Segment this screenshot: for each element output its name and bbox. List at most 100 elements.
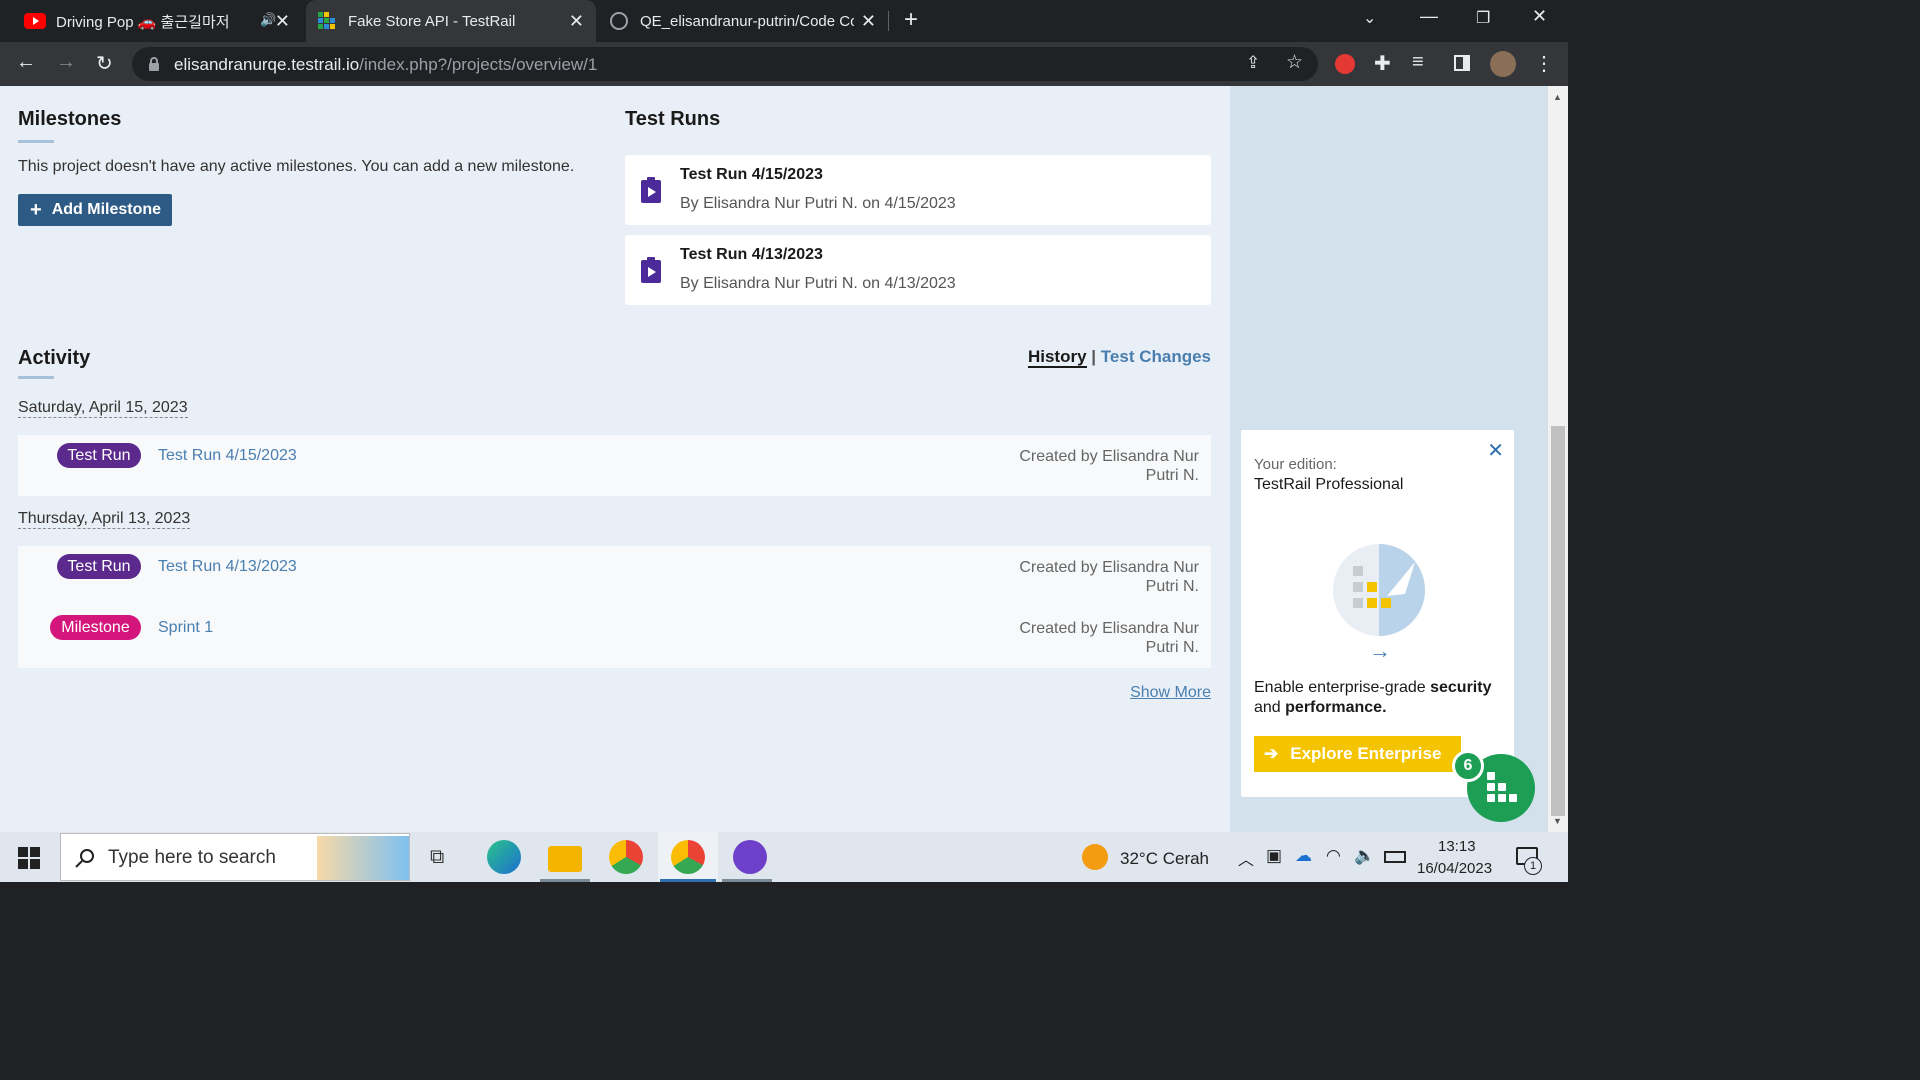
- tab-search-icon[interactable]: ⌄: [1363, 8, 1376, 28]
- profile-avatar[interactable]: [1490, 51, 1516, 77]
- page-scrollbar[interactable]: ▲ ▼: [1548, 86, 1568, 832]
- running-indicator: [660, 879, 716, 882]
- activity-author: Created by Elisandra Nur Putri N.: [1019, 559, 1199, 595]
- clock-date[interactable]: 16/04/2023: [1417, 860, 1492, 877]
- activity-link[interactable]: Test Run 4/13/2023: [158, 558, 297, 576]
- close-tab-icon[interactable]: ✕: [275, 11, 290, 32]
- arrow-right-icon: →: [1369, 638, 1391, 663]
- lock-icon[interactable]: [148, 57, 160, 71]
- file-explorer-icon[interactable]: [548, 846, 582, 872]
- milestones-empty-text: This project doesn't have any active mil…: [18, 158, 575, 175]
- activity-row: Test Run Test Run 4/15/2023 Created by E…: [18, 435, 1211, 496]
- scroll-up-icon[interactable]: ▲: [1553, 92, 1562, 102]
- media-control-icon[interactable]: ≡: [1412, 51, 1424, 74]
- notification-count: 1: [1524, 857, 1542, 875]
- minimize-icon[interactable]: —: [1420, 6, 1438, 27]
- weather-text[interactable]: 32°C Cerah: [1120, 849, 1209, 869]
- chrome-icon[interactable]: [609, 840, 643, 874]
- close-tab-icon[interactable]: ✕: [569, 11, 584, 32]
- activity-link[interactable]: Sprint 1: [158, 619, 213, 637]
- test-run-clipboard-icon: [641, 177, 661, 203]
- side-panel-icon[interactable]: [1454, 55, 1470, 71]
- meet-now-icon[interactable]: ▣: [1266, 846, 1282, 866]
- chrome-profile-icon: [671, 840, 705, 874]
- taskbar-search-box[interactable]: Type here to search: [60, 833, 410, 881]
- weather-sun-icon[interactable]: [1082, 844, 1108, 870]
- restore-icon[interactable]: ❐: [1476, 8, 1490, 28]
- scroll-down-icon[interactable]: ▼: [1553, 816, 1562, 826]
- menu-kebab-icon[interactable]: ⋮: [1534, 51, 1554, 76]
- activity-date: Saturday, April 15, 2023: [18, 399, 188, 418]
- tab-divider: [888, 11, 889, 31]
- activity-tabs: History | Test Changes: [1027, 347, 1211, 368]
- back-icon[interactable]: ←: [16, 51, 36, 74]
- test-run-badge: Test Run: [57, 443, 141, 468]
- share-icon[interactable]: ⇪: [1246, 53, 1260, 73]
- milestones-heading: Milestones: [18, 108, 122, 130]
- edition-label: Your edition:: [1254, 456, 1337, 473]
- wifi-icon[interactable]: ◠: [1326, 846, 1341, 866]
- clock-time[interactable]: 13:13: [1438, 838, 1476, 855]
- search-icon: [75, 849, 94, 868]
- extension-red-icon[interactable]: [1335, 54, 1355, 74]
- test-run-title[interactable]: Test Run 4/15/2023: [680, 166, 823, 184]
- test-run-clipboard-icon: [641, 257, 661, 283]
- edition-name: TestRail Professional: [1254, 476, 1404, 493]
- show-hidden-icons-icon[interactable]: ︿: [1238, 846, 1254, 870]
- show-more-link[interactable]: Show More: [1130, 684, 1211, 702]
- tab-youtube[interactable]: Driving Pop 🚗 출근길마저 🔊 ✕: [10, 0, 302, 42]
- onedrive-icon[interactable]: ☁: [1295, 846, 1312, 866]
- activity-author: Created by Elisandra Nur Putri N.: [1019, 620, 1199, 656]
- scrollbar-thumb[interactable]: [1551, 426, 1565, 816]
- github-desktop-icon[interactable]: [733, 840, 767, 874]
- test-run-card[interactable]: Test Run 4/15/2023 By Elisandra Nur Putr…: [625, 155, 1211, 225]
- promo-text: Enable enterprise-grade security and per…: [1254, 679, 1492, 716]
- search-highlight-illustration: [317, 836, 409, 880]
- edge-browser-icon[interactable]: [487, 840, 521, 874]
- address-bar[interactable]: elisandranurqe.testrail.io/index.php?/pr…: [132, 47, 1318, 81]
- battery-icon[interactable]: [1384, 851, 1406, 863]
- add-milestone-button[interactable]: + Add Milestone: [18, 194, 172, 226]
- tab-github[interactable]: QE_elisandranur-putrin/Code Co ✕: [600, 0, 888, 42]
- test-run-card[interactable]: Test Run 4/13/2023 By Elisandra Nur Putr…: [625, 235, 1211, 305]
- heading-underline: [18, 376, 54, 379]
- testrail-favicon-icon: [318, 12, 335, 29]
- explore-enterprise-button[interactable]: ➔ Explore Enterprise: [1254, 736, 1461, 772]
- tab-title: Driving Pop 🚗 출근길마저: [56, 13, 230, 31]
- browser-toolbar: ← → ↻ elisandranurqe.testrail.io/index.p…: [0, 42, 1568, 86]
- test-runs-heading: Test Runs: [625, 108, 721, 130]
- tab-test-changes[interactable]: Test Changes: [1101, 347, 1211, 366]
- notification-count-badge: 6: [1452, 750, 1484, 782]
- activity-row: Test Run Test Run 4/13/2023 Created by E…: [18, 546, 1211, 607]
- task-view-icon[interactable]: ⧉: [430, 846, 444, 869]
- reload-icon[interactable]: ↻: [96, 51, 113, 76]
- bookmark-star-icon[interactable]: ☆: [1286, 51, 1303, 74]
- test-run-badge: Test Run: [57, 554, 141, 579]
- windows-start-icon[interactable]: [18, 847, 40, 869]
- search-placeholder: Type here to search: [108, 847, 276, 868]
- test-run-title[interactable]: Test Run 4/13/2023: [680, 246, 823, 264]
- activity-heading: Activity: [18, 347, 91, 369]
- grid-dots-icon: [1487, 772, 1517, 802]
- volume-icon[interactable]: 🔈: [1354, 846, 1375, 866]
- activity-date: Thursday, April 13, 2023: [18, 510, 191, 529]
- test-run-subtitle: By Elisandra Nur Putri N. on 4/13/2023: [680, 275, 956, 292]
- github-icon: [610, 12, 628, 30]
- browser-tab-bar: Driving Pop 🚗 출근길마저 🔊 ✕ Fake Store API -…: [0, 0, 1568, 42]
- url-text[interactable]: elisandranurqe.testrail.io/index.php?/pr…: [174, 55, 597, 75]
- activity-link[interactable]: Test Run 4/15/2023: [158, 447, 297, 465]
- activity-author: Created by Elisandra Nur Putri N.: [1019, 448, 1199, 484]
- extensions-puzzle-icon[interactable]: ✚: [1374, 51, 1391, 76]
- tab-title: QE_elisandranur-putrin/Code Co: [640, 12, 854, 30]
- close-window-icon[interactable]: ✕: [1532, 6, 1547, 27]
- tab-testrail[interactable]: Fake Store API - TestRail ✕: [306, 0, 596, 42]
- explore-enterprise-label: Explore Enterprise: [1290, 744, 1442, 763]
- audio-icon[interactable]: 🔊: [260, 12, 276, 28]
- new-tab-icon[interactable]: +: [904, 6, 918, 34]
- forward-icon[interactable]: →: [56, 51, 76, 74]
- tab-history[interactable]: History: [1027, 347, 1087, 368]
- taskbar-active-app[interactable]: [658, 832, 718, 882]
- close-promo-icon[interactable]: ✕: [1487, 438, 1504, 463]
- close-tab-icon[interactable]: ✕: [861, 11, 876, 32]
- tab-title: Fake Store API - TestRail: [348, 12, 516, 30]
